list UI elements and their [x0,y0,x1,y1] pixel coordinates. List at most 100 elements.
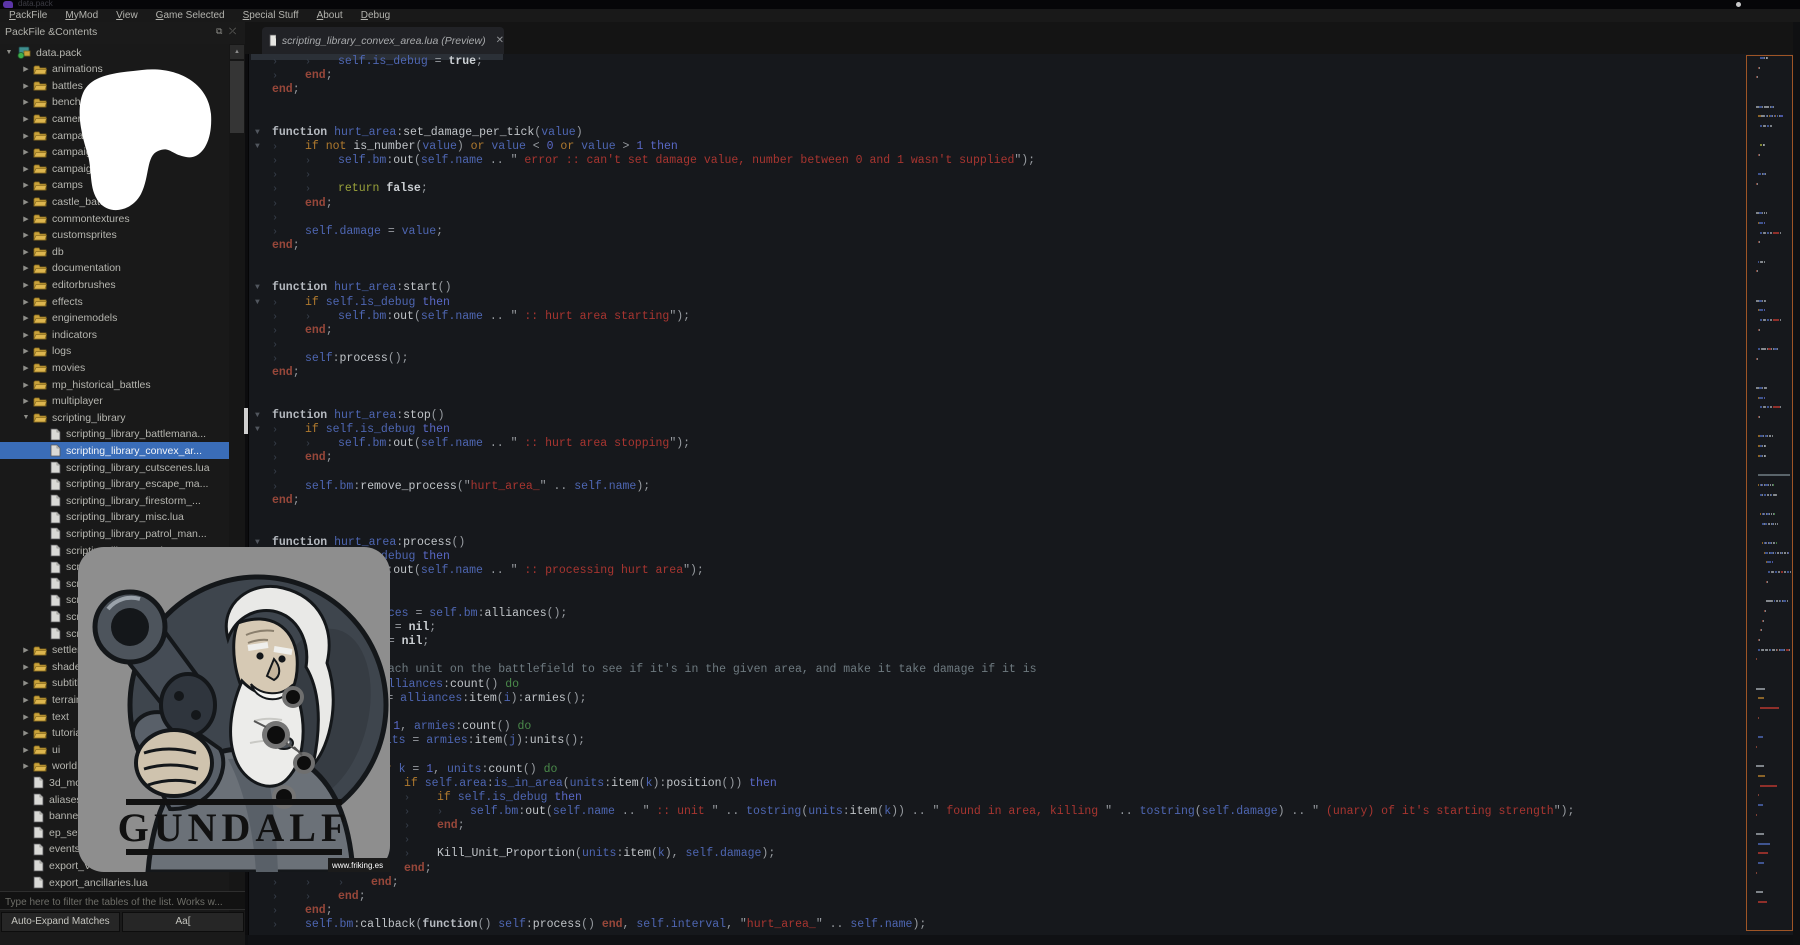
fold-arrow-icon[interactable]: ▼ [255,423,267,437]
tab-marker: › [272,353,305,367]
tree-item-label: scripting_library_escape_ma... [66,478,208,490]
chevron-right-icon[interactable]: ▶ [21,231,31,239]
fold-arrow-icon[interactable]: ▼ [255,409,267,423]
code-line: ›end; [249,324,333,338]
code-editor[interactable]: ››self.is_debug = true;›end;end;▼functio… [248,54,1740,935]
tree-item-multiplayer[interactable]: ▶multiplayer [0,393,229,410]
folder-icon [33,661,47,672]
tab-label: scripting_library_convex_area.lua (Previ… [282,35,486,47]
fold-arrow-icon[interactable]: ▼ [255,140,267,154]
menu-debug[interactable]: Debug [352,9,399,22]
code-line: ▼function hurt_area:start() [249,281,451,295]
chevron-right-icon[interactable]: ▶ [21,713,31,721]
tree-item-movies[interactable]: ▶movies [0,359,229,376]
menu-about[interactable]: About [308,9,352,22]
tree-item-logs[interactable]: ▶ logs [0,343,229,360]
file-icon [33,859,44,872]
tab-marker: › [437,806,470,820]
tree-item-enginemodels[interactable]: ▶enginemodels [0,310,229,327]
chevron-right-icon[interactable]: ▶ [21,696,31,704]
code-line: ▼›if self.is_debug then [249,423,450,437]
chevron-right-icon[interactable]: ▶ [21,347,31,355]
file-icon [50,511,61,524]
chevron-right-icon[interactable]: ▶ [21,364,31,372]
tab-marker: › [272,481,305,495]
tree-item-scripting_library_escape_ma-[interactable]: scripting_library_escape_ma... [0,476,229,493]
minimap-view-indicator[interactable] [1746,55,1793,931]
title-bar: data.pack [0,0,1800,9]
tab-marker: › [272,424,305,438]
code-line [249,508,272,522]
tree-item-export_ancillaries-lua[interactable]: export_ancillaries.lua [0,874,229,891]
chevron-right-icon[interactable]: ▶ [21,331,31,339]
tree-item-scripting_library_firestorm_-[interactable]: scripting_library_firestorm_... [0,492,229,509]
code-line: ›››end; [249,876,399,890]
folder-icon [33,379,47,390]
code-line: ▼function hurt_area:set_damage_per_tick(… [249,126,583,140]
tree-item-effects[interactable]: ▶ effects [0,293,229,310]
tree-item-documentation[interactable]: ▶documentation [0,260,229,277]
tree-item-scripting_library_cutscenes-lua[interactable]: scripting_library_cutscenes.lua [0,459,229,476]
scrollbar-thumb[interactable] [230,61,244,133]
tab-marker: › [272,212,305,226]
tree-item-scripting_library[interactable]: ▼scripting_library [0,409,229,426]
tree-item-scripting_library_battlemana-[interactable]: scripting_library_battlemana... [0,426,229,443]
code-line: ››self.bm:out(self.name .. " :: hurt are… [249,437,690,451]
folder-icon [33,346,47,357]
collapse-panel-icon[interactable]: ⤫ [229,26,236,37]
tree-item-indicators[interactable]: ▶indicators [0,326,229,343]
chevron-right-icon[interactable]: ▶ [21,248,31,256]
tree-filter-input[interactable] [0,894,245,911]
auto-expand-matches-button[interactable]: Auto-Expand Matches [1,912,120,932]
tab-marker: › [272,311,305,325]
code-line: ››return false; [249,182,428,196]
folder-icon [33,296,47,307]
case-sensitive-button[interactable]: Aa[ [122,912,244,932]
tree-item-editorbrushes[interactable]: ▶editorbrushes [0,276,229,293]
tree-item-scripting_library_patrol_man-[interactable]: scripting_library_patrol_man... [0,525,229,542]
menu-bar: PackFileMyModViewGame SelectedSpecial St… [0,9,1800,22]
tab-marker: › [404,848,437,862]
tree-item-label: scripting_library_patrol_man... [66,528,207,540]
tab-convex-area[interactable]: scripting_library_convex_area.lua (Previ… [262,27,504,54]
chevron-right-icon[interactable]: ▶ [21,679,31,687]
chevron-right-icon[interactable]: ▶ [21,281,31,289]
tab-marker: › [272,183,305,197]
bottom-gutter [248,935,1740,945]
chevron-right-icon[interactable]: ▶ [21,298,31,306]
code-line: ››end; [249,890,366,904]
chevron-right-icon[interactable]: ▶ [21,746,31,754]
tab-marker: › [272,877,305,891]
folder-icon [33,396,47,407]
chevron-right-icon[interactable]: ▶ [21,663,31,671]
chevron-down-icon[interactable]: ▼ [21,414,31,421]
file-icon [50,461,61,474]
file-icon [33,793,44,806]
file-icon [50,577,61,590]
chevron-right-icon[interactable]: ▶ [21,729,31,737]
tab-marker: › [272,198,305,212]
chevron-right-icon[interactable]: ▶ [21,397,31,405]
tree-item-scripting_library_convex_ar-[interactable]: scripting_library_convex_ar... [0,442,229,459]
menu-special-stuff[interactable]: Special Stuff [234,9,308,22]
tree-item-mp_historical_battles[interactable]: ▶mp_historical_battles [0,376,229,393]
fold-arrow-icon[interactable]: ▼ [255,126,267,140]
tree-item-label: logs [52,345,71,357]
tab-marker: › [305,311,338,325]
tree-item-label: scripting_library_firestorm_... [66,495,201,507]
chevron-right-icon[interactable]: ▶ [21,381,31,389]
code-line: ›end; [249,904,333,918]
tab-marker: › [305,155,338,169]
tree-item-label: effects [52,296,83,308]
chevron-right-icon[interactable]: ▶ [21,314,31,322]
fold-arrow-icon[interactable]: ▼ [255,281,267,295]
chevron-right-icon[interactable]: ▶ [21,762,31,770]
tab-close-icon[interactable]: ✕ [496,35,504,46]
tree-item-db[interactable]: ▶db [0,243,229,260]
chevron-right-icon[interactable]: ▶ [21,646,31,654]
window-control-icon[interactable] [1736,2,1741,7]
fold-arrow-icon[interactable]: ▼ [255,296,267,310]
chevron-right-icon[interactable]: ▶ [21,264,31,272]
scroll-up-icon[interactable]: ▲ [230,45,244,59]
tree-item-scripting_library_misc-lua[interactable]: scripting_library_misc.lua [0,509,229,526]
